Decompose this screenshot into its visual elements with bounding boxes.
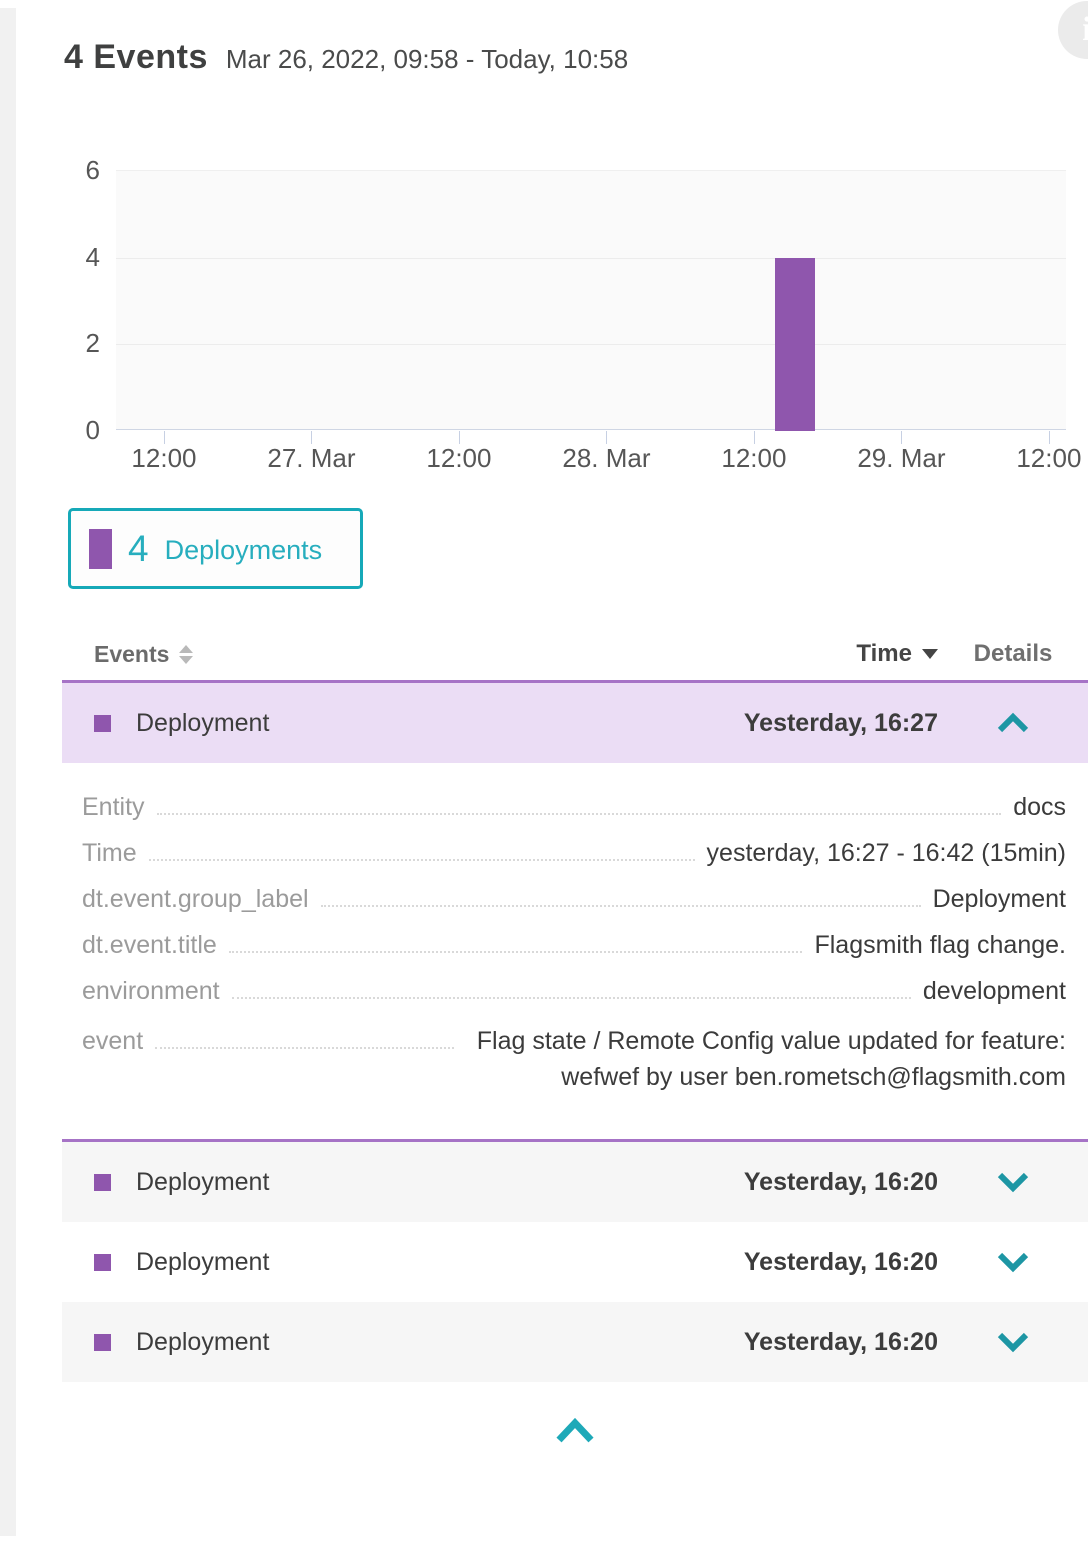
events-panel: 4 Events Mar 26, 2022, 09:58 - Today, 10…	[16, 0, 1088, 1542]
x-tick-label: 29. Mar	[857, 443, 945, 474]
event-type-label: Deployment	[136, 709, 269, 738]
leader-line	[155, 1047, 454, 1049]
chevron-down-icon[interactable]	[996, 1251, 1030, 1273]
timeframe-label: Mar 26, 2022, 09:58 - Today, 10:58	[226, 44, 628, 75]
detail-row-title: dt.event.title Flagsmith flag change.	[82, 931, 1066, 977]
detail-label: Time	[82, 839, 137, 868]
detail-row-entity: Entity docs	[82, 793, 1066, 839]
chevron-down-icon[interactable]	[996, 1171, 1030, 1193]
y-tick-label: 2	[60, 330, 100, 356]
table-row-deployment[interactable]: Deployment Yesterday, 16:20	[62, 1142, 1088, 1222]
legend-label: Deployments	[165, 531, 323, 566]
x-tick-label: 28. Mar	[562, 443, 650, 474]
event-time-label: Yesterday, 16:27	[744, 709, 938, 738]
detail-label: dt.event.group_label	[82, 885, 309, 914]
gridline	[116, 258, 1066, 259]
page-title: 4 Events	[64, 38, 208, 77]
column-header-time[interactable]: Time	[856, 640, 938, 668]
leader-line	[229, 951, 803, 953]
detail-row-group-label: dt.event.group_label Deployment	[82, 885, 1066, 931]
info-icon[interactable]: i	[1058, 1, 1088, 59]
y-tick-label: 4	[60, 244, 100, 270]
leader-line	[149, 859, 695, 861]
table-header-row: Events Time Details	[62, 628, 1088, 680]
column-header-events[interactable]: Events	[94, 641, 193, 668]
table-row-deployment-expanded[interactable]: Deployment Yesterday, 16:27	[62, 680, 1088, 763]
event-time-label: Yesterday, 16:20	[744, 1248, 938, 1277]
table-row-deployment[interactable]: Deployment Yesterday, 16:20	[62, 1222, 1088, 1302]
deployments-bar[interactable]	[775, 258, 815, 431]
info-icon-glyph: i	[1082, 11, 1088, 49]
leader-line	[232, 997, 911, 999]
chevron-down-icon[interactable]	[996, 1331, 1030, 1353]
events-header-label: Events	[94, 641, 169, 668]
deployment-type-icon	[94, 1174, 111, 1191]
panel-header: 4 Events Mar 26, 2022, 09:58 - Today, 10…	[64, 38, 628, 77]
deployment-type-icon	[94, 715, 111, 732]
x-tick-label: 12:00	[721, 443, 786, 474]
sort-desc-icon	[922, 649, 938, 659]
collapse-panel-button[interactable]	[550, 1414, 600, 1451]
event-details-panel: Entity docs Time yesterday, 16:27 - 16:4…	[62, 763, 1088, 1142]
x-tick-label: 12:00	[131, 443, 196, 474]
event-time-label: Yesterday, 16:20	[744, 1328, 938, 1357]
time-header-label: Time	[856, 640, 912, 668]
column-header-details: Details	[938, 640, 1088, 668]
detail-value: Flagsmith flag change.	[814, 931, 1066, 960]
events-table: Events Time Details Deployment Yesterday…	[62, 628, 1088, 1451]
detail-value: development	[923, 977, 1066, 1006]
leader-line	[321, 905, 921, 907]
gridline	[116, 344, 1066, 345]
detail-label: environment	[82, 977, 220, 1006]
detail-row-time: Time yesterday, 16:27 - 16:42 (15min)	[82, 839, 1066, 885]
event-type-label: Deployment	[136, 1248, 269, 1277]
detail-label: event	[82, 1027, 143, 1056]
event-time-label: Yesterday, 16:20	[744, 1168, 938, 1197]
panel-footer	[62, 1414, 1088, 1451]
detail-label: Entity	[82, 793, 145, 822]
deployment-type-icon	[94, 1334, 111, 1351]
sort-icon	[179, 645, 193, 664]
chart-x-axis: 12:0027. Mar12:0028. Mar12:0029. Mar12:0…	[116, 443, 1066, 477]
y-tick-label: 6	[60, 157, 100, 183]
event-type-label: Deployment	[136, 1168, 269, 1197]
table-row-deployment[interactable]: Deployment Yesterday, 16:20	[62, 1302, 1088, 1382]
x-tick-label: 12:00	[1016, 443, 1081, 474]
detail-value: Flag state / Remote Config value updated…	[466, 1023, 1066, 1095]
legend-deployments-toggle[interactable]: 4 Deployments	[68, 508, 363, 589]
x-tick-label: 27. Mar	[267, 443, 355, 474]
y-tick-label: 0	[60, 417, 100, 443]
detail-value: Deployment	[933, 885, 1066, 914]
chevron-up-icon[interactable]	[996, 712, 1030, 734]
event-type-label: Deployment	[136, 1328, 269, 1357]
detail-row-event: event Flag state / Remote Config value u…	[82, 1023, 1066, 1095]
legend-count: 4	[128, 528, 149, 570]
deployment-type-icon	[94, 1254, 111, 1271]
events-bar-chart	[116, 170, 1066, 430]
page-background-gutter	[0, 8, 16, 1536]
x-tick-label: 12:00	[426, 443, 491, 474]
detail-value[interactable]: docs	[1013, 793, 1066, 822]
deployments-swatch-icon	[89, 529, 112, 569]
detail-label: dt.event.title	[82, 931, 217, 960]
detail-value: yesterday, 16:27 - 16:42 (15min)	[707, 839, 1066, 868]
leader-line	[157, 813, 1002, 815]
chevron-up-icon	[554, 1418, 596, 1444]
detail-row-environment: environment development	[82, 977, 1066, 1023]
